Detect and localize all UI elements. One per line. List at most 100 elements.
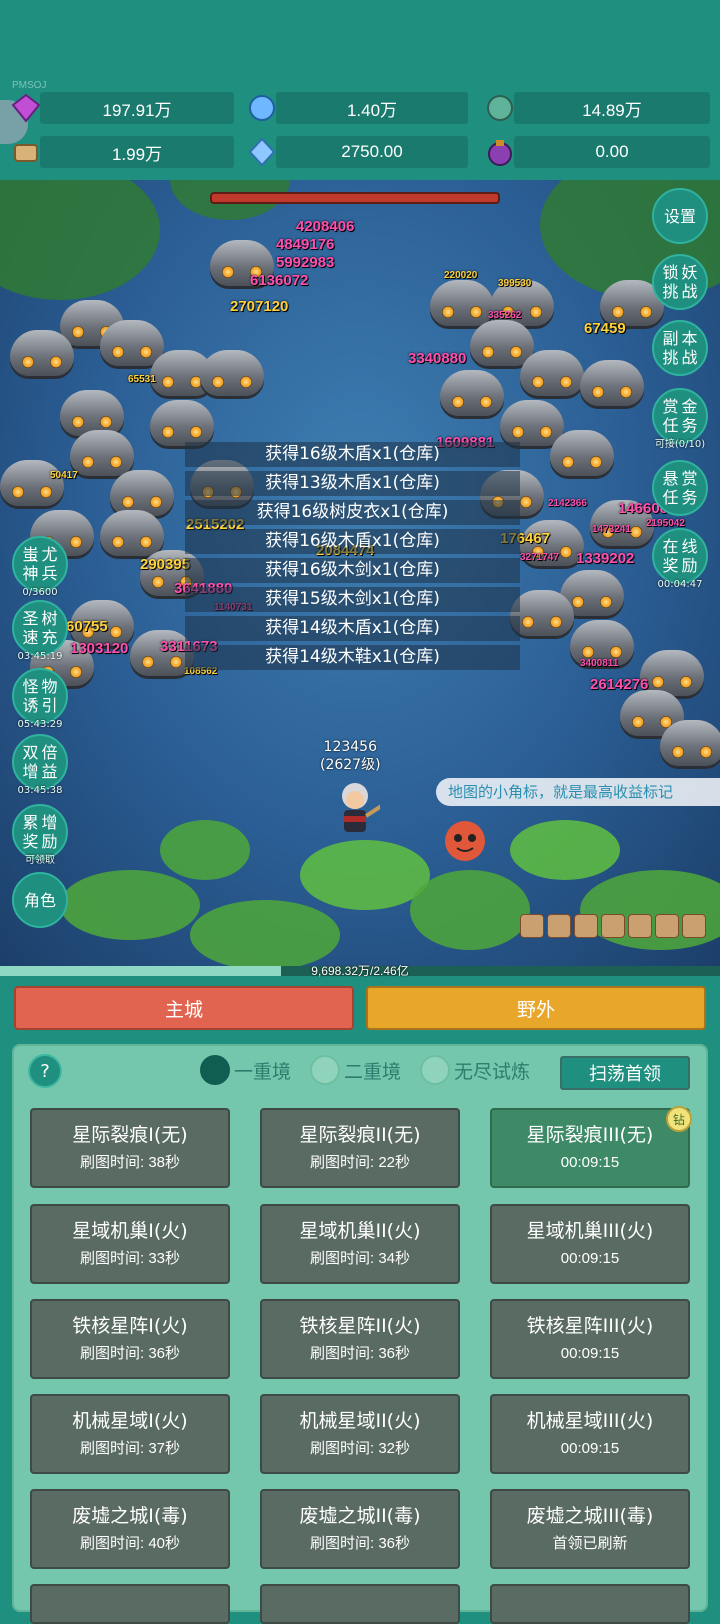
map-title: 星际裂痕I(无) [72, 1124, 188, 1146]
damage-number: 67459 [584, 320, 626, 337]
buff-icon[interactable] [547, 914, 571, 938]
boss-health-bar [210, 192, 500, 204]
map-card[interactable]: 铁核星阵II(火) 刷图时间: 36秒 [260, 1299, 460, 1379]
map-card-partial[interactable] [30, 1584, 230, 1624]
lock-demon-challenge-button[interactable]: 锁妖挑战 [652, 254, 708, 310]
btn-char: 神 [22, 564, 39, 583]
map-card[interactable]: 星际裂痕II(无) 刷图时间: 22秒 [260, 1108, 460, 1188]
realm-option-1[interactable]: 一重境 [200, 1055, 291, 1085]
loot-log-entry: 获得16级木剑x1(仓库) [185, 558, 520, 583]
battle-scene[interactable]: 4208406 4849176 5992983 6136072 2707120 … [0, 180, 720, 966]
drone-enemy [60, 390, 124, 436]
map-title: 星际裂痕II(无) [299, 1124, 421, 1146]
tree-boost-button[interactable]: 圣树速充 03:45:19 [12, 600, 68, 662]
map-title: 星域机巢II(火) [299, 1220, 421, 1242]
damage-number: 2614276 [590, 676, 649, 693]
gem-icon [10, 92, 42, 124]
map-card-active[interactable]: 星际裂痕III(无) 00:09:15 钻 [490, 1106, 692, 1188]
btn-char: 树 [41, 609, 58, 628]
character-button[interactable]: 角色 [12, 872, 68, 928]
drone-enemy [100, 510, 164, 556]
resource-crystal-value: 1.40万 [276, 92, 468, 124]
btn-char: 副 [662, 329, 679, 348]
map-card[interactable]: 废墟之城I(毒) 刷图时间: 40秒 [30, 1489, 230, 1569]
realm-label: 无尽试炼 [454, 1060, 531, 1083]
btn-char: 尤 [41, 545, 58, 564]
reward-task-button[interactable]: 悬赏任务 [652, 460, 708, 516]
map-title: 废墟之城III(毒) [526, 1505, 654, 1527]
chiyou-progress: 0/3600 [22, 587, 58, 598]
map-card[interactable]: 星际裂痕I(无) 刷图时间: 38秒 [30, 1108, 230, 1188]
double-gain-timer: 03:45:38 [17, 785, 63, 796]
btn-char: 赏 [681, 469, 698, 488]
accumulated-reward-status: 可领取 [25, 855, 55, 866]
buff-item-row [520, 914, 706, 938]
btn-char: 本 [681, 329, 698, 348]
map-card-partial[interactable] [490, 1584, 690, 1624]
double-gain-button[interactable]: 双倍增益 03:45:38 [12, 734, 68, 796]
map-timer: 00:09:15 [560, 1345, 620, 1362]
drone-enemy [520, 350, 584, 396]
pet-sprite [440, 816, 490, 866]
settings-button[interactable]: 设置 [652, 188, 708, 244]
drone-enemy [470, 320, 534, 366]
drone-enemy [440, 370, 504, 416]
monster-lure-button[interactable]: 怪物诱引 05:43:29 [12, 668, 68, 730]
map-card[interactable]: 铁核星阵I(火) 刷图时间: 36秒 [30, 1299, 230, 1379]
map-card[interactable]: 废墟之城III(毒) 首领已刷新 [490, 1489, 690, 1569]
map-card[interactable]: 机械星域III(火) 00:09:15 [490, 1394, 690, 1474]
btn-char: 挑 [662, 282, 679, 301]
tab-main-city[interactable]: 主城 [14, 986, 354, 1030]
map-subtitle: 刷图时间: 33秒 [79, 1250, 181, 1267]
map-card[interactable]: 废墟之城II(毒) 刷图时间: 36秒 [260, 1489, 460, 1569]
map-card-partial[interactable] [260, 1584, 460, 1624]
realm-option-2[interactable]: 二重境 [310, 1055, 401, 1085]
radio-unselected-icon [420, 1055, 450, 1085]
map-card[interactable]: 星域机巢II(火) 刷图时间: 34秒 [260, 1204, 460, 1284]
btn-char: 励 [681, 556, 698, 575]
map-timer: 00:09:15 [560, 1250, 620, 1267]
btn-char: 挑 [662, 348, 679, 367]
sweep-boss-button[interactable]: 扫荡首领 [560, 1056, 690, 1090]
map-title: 铁核星阵II(火) [299, 1315, 421, 1337]
btn-char: 累 [22, 813, 39, 832]
realm-label: 一重境 [234, 1060, 292, 1083]
online-reward-button[interactable]: 在线奖励 00:04:47 [652, 528, 708, 590]
damage-number: 335262 [488, 310, 522, 321]
damage-number: 2142366 [548, 498, 587, 509]
map-card[interactable]: 机械星域II(火) 刷图时间: 32秒 [260, 1394, 460, 1474]
resource-gem-value: 197.91万 [40, 92, 234, 124]
btn-char: 赏 [662, 397, 679, 416]
map-card[interactable]: 机械星域I(火) 刷图时间: 37秒 [30, 1394, 230, 1474]
buff-icon[interactable] [682, 914, 706, 938]
tab-wild-label: 野外 [516, 998, 555, 1021]
damage-number: 50417 [50, 470, 78, 481]
realm-option-endless[interactable]: 无尽试炼 [420, 1055, 530, 1085]
dungeon-challenge-button[interactable]: 副本挑战 [652, 320, 708, 376]
loot-log-entry: 获得15级木剑x1(仓库) [185, 587, 520, 612]
buff-icon[interactable] [520, 914, 544, 938]
map-card[interactable]: 铁核星阵III(火) 00:09:15 [490, 1299, 690, 1379]
buff-icon[interactable] [574, 914, 598, 938]
damage-number: 5992983 [276, 254, 335, 271]
damage-number: 6136072 [250, 272, 309, 289]
map-card[interactable]: 星域机巢I(火) 刷图时间: 33秒 [30, 1204, 230, 1284]
map-subtitle: 刷图时间: 40秒 [79, 1535, 181, 1552]
btn-char: 务 [681, 416, 698, 435]
buff-icon[interactable] [628, 914, 652, 938]
btn-char: 锁 [662, 263, 679, 282]
map-card[interactable]: 星域机巢III(火) 00:09:15 [490, 1204, 690, 1284]
accumulated-reward-button[interactable]: 累增奖励 可领取 [12, 804, 68, 866]
btn-char: 引 [41, 696, 58, 715]
tab-main-city-label: 主城 [164, 998, 203, 1021]
btn-char: 倍 [41, 743, 58, 762]
bounty-task-button[interactable]: 赏金任务 可接(0/10) [652, 388, 708, 450]
tab-wild[interactable]: 野外 [366, 986, 706, 1030]
btn-char: 务 [681, 488, 698, 507]
resource-diamond-value: 2750.00 [276, 136, 468, 168]
buff-icon[interactable] [655, 914, 679, 938]
chiyou-weapon-button[interactable]: 蚩尤神兵 0/3600 [12, 536, 68, 598]
help-button[interactable]: ? [28, 1054, 62, 1088]
settings-label: 设置 [663, 206, 696, 226]
buff-icon[interactable] [601, 914, 625, 938]
